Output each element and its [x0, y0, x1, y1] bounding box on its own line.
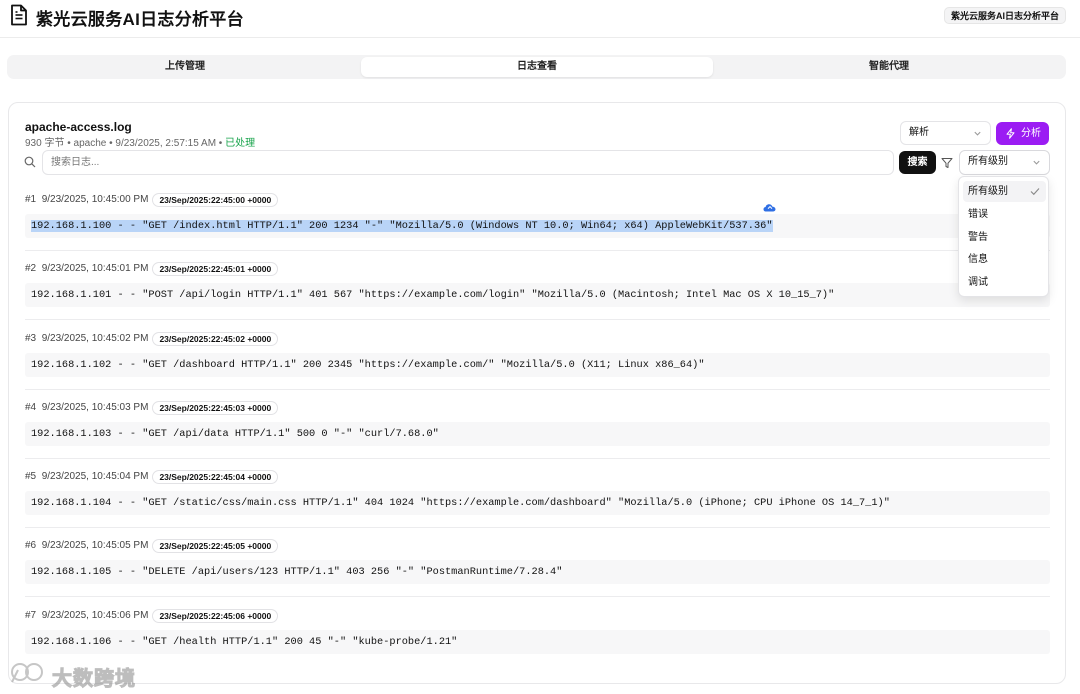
entry-header: #3 9/23/2025, 10:45:02 PM 23/Sep/2025:22:… — [25, 331, 279, 346]
divider — [25, 250, 1050, 251]
entry-line-box: 192.168.1.106 - - "GET /health HTTP/1.1"… — [25, 629, 1050, 654]
entry-time: 9/23/2025, 10:45:02 PM — [41, 332, 149, 344]
parse-select[interactable]: 解析 — [900, 121, 991, 145]
log-entry[interactable]: #7 9/23/2025, 10:45:06 PM 23/Sep/2025:22:… — [25, 604, 1050, 673]
entry-line[interactable]: 192.168.1.105 - - "DELETE /api/users/123… — [31, 566, 562, 578]
entry-time: 9/23/2025, 10:45:03 PM — [41, 401, 149, 413]
level-option-debug[interactable]: 调试 — [963, 272, 1046, 293]
entry-header: #2 9/23/2025, 10:45:01 PM 23/Sep/2025:22:… — [25, 262, 279, 277]
log-entry[interactable]: #3 9/23/2025, 10:45:02 PM 23/Sep/2025:22:… — [25, 327, 1050, 396]
search-icon — [24, 156, 36, 168]
cloud-icon[interactable] — [762, 200, 778, 216]
file-name: apache-access.log — [25, 120, 132, 134]
chevron-down-icon — [974, 131, 981, 136]
entry-index: #4 — [25, 401, 37, 413]
entry-line-box: 192.168.1.100 - - "GET /index.html HTTP/… — [25, 214, 1050, 238]
watermark: 大数跨境 — [8, 660, 148, 691]
entry-time: 9/23/2025, 10:45:01 PM — [41, 263, 149, 275]
entry-line[interactable]: 192.168.1.103 - - "GET /api/data HTTP/1.… — [31, 428, 439, 440]
entry-line-box: 192.168.1.104 - - "GET /static/css/main.… — [25, 491, 1050, 516]
level-option-label: 调试 — [968, 277, 988, 288]
entry-index: #1 — [25, 194, 37, 205]
entry-time: 9/23/2025, 10:45:00 PM — [41, 194, 149, 205]
level-select[interactable]: 所有级别 — [959, 150, 1050, 175]
timestamp-badge: 23/Sep/2025:22:45:06 +0000 — [152, 608, 279, 623]
level-option-info[interactable]: 信息 — [963, 249, 1046, 270]
log-entry-list: #1 9/23/2025, 10:45:00 PM 23/Sep/2025:22:… — [25, 188, 1050, 673]
watermark-logo-icon — [11, 663, 43, 683]
level-dropdown-menu: 所有级别 错误 警告 信息 调试 — [958, 176, 1049, 297]
log-entry[interactable]: #5 9/23/2025, 10:45:04 PM 23/Sep/2025:22:… — [25, 465, 1050, 534]
timestamp-badge: 23/Sep/2025:22:45:00 +0000 — [152, 193, 279, 207]
entry-header: #6 9/23/2025, 10:45:05 PM 23/Sep/2025:22:… — [25, 539, 279, 554]
entry-time: 9/23/2025, 10:45:06 PM — [41, 609, 149, 621]
divider — [25, 388, 1050, 390]
divider — [25, 319, 1050, 321]
search-input[interactable] — [42, 150, 894, 175]
entry-header: #4 9/23/2025, 10:45:03 PM 23/Sep/2025:22:… — [25, 400, 279, 415]
watermark-text: 大数跨境 — [52, 668, 136, 691]
log-entry[interactable]: #6 9/23/2025, 10:45:05 PM 23/Sep/2025:22:… — [25, 534, 1050, 603]
level-select-value: 所有级别 — [968, 156, 1008, 167]
app-header: 紫光云服务AI日志分析平台 紫光云服务AI日志分析平台 — [0, 0, 1080, 38]
level-option-error[interactable]: 错误 — [963, 204, 1046, 225]
entry-index: #3 — [25, 332, 37, 344]
entry-line[interactable]: 192.168.1.102 - - "GET /dashboard HTTP/1… — [31, 359, 705, 371]
file-meta: 930 字节 • apache • 9/23/2025, 2:57:15 AM … — [25, 134, 255, 149]
divider — [25, 596, 1050, 598]
file-meta-text: 930 字节 • apache • 9/23/2025, 2:57:15 AM … — [25, 138, 226, 149]
divider — [25, 527, 1050, 529]
checkmark-icon — [1030, 188, 1040, 196]
entry-index: #7 — [25, 609, 37, 621]
timestamp-badge: 23/Sep/2025:22:45:01 +0000 — [152, 262, 279, 277]
timestamp-badge: 23/Sep/2025:22:45:03 +0000 — [152, 400, 279, 415]
entry-line-box: 192.168.1.101 - - "POST /api/login HTTP/… — [25, 283, 1050, 308]
log-entry[interactable]: #2 9/23/2025, 10:45:01 PM 23/Sep/2025:22:… — [25, 257, 1050, 326]
entry-header: #1 9/23/2025, 10:45:00 PM 23/Sep/2025:22:… — [25, 193, 279, 207]
timestamp-badge: 23/Sep/2025:22:45:05 +0000 — [152, 539, 279, 554]
entry-line-box: 192.168.1.105 - - "DELETE /api/users/123… — [25, 560, 1050, 585]
entry-header: #7 9/23/2025, 10:45:06 PM 23/Sep/2025:22:… — [25, 608, 279, 623]
level-option-label: 所有级别 — [968, 186, 1008, 197]
document-icon — [11, 4, 27, 26]
entry-index: #5 — [25, 471, 37, 483]
entry-line-box: 192.168.1.102 - - "GET /dashboard HTTP/1… — [25, 352, 1050, 377]
entry-line[interactable]: 192.168.1.106 - - "GET /health HTTP/1.1"… — [31, 636, 457, 648]
parse-select-value: 解析 — [909, 127, 929, 138]
tab-smart-agent[interactable]: 智能代理 — [713, 57, 1065, 77]
log-entry[interactable]: #1 9/23/2025, 10:45:00 PM 23/Sep/2025:22:… — [25, 188, 1050, 257]
log-entry[interactable]: #4 9/23/2025, 10:45:03 PM 23/Sep/2025:22:… — [25, 396, 1050, 465]
entry-line[interactable]: 192.168.1.104 - - "GET /static/css/main.… — [31, 497, 890, 509]
level-option-warning[interactable]: 警告 — [963, 227, 1046, 248]
entry-line[interactable]: 192.168.1.101 - - "POST /api/login HTTP/… — [31, 289, 834, 301]
search-button[interactable]: 搜索 — [899, 151, 936, 174]
platform-badge: 紫光云服务AI日志分析平台 — [943, 7, 1066, 24]
analyze-button-label: 分析 — [1021, 128, 1041, 139]
entry-line[interactable]: 192.168.1.100 - - "GET /index.html HTTP/… — [31, 220, 773, 232]
main-tabs: 上传管理 日志查看 智能代理 — [7, 55, 1066, 79]
tab-upload-management[interactable]: 上传管理 — [9, 57, 361, 77]
lightning-icon — [1006, 128, 1015, 139]
chevron-down-icon — [1033, 160, 1040, 165]
divider — [25, 457, 1050, 459]
entry-index: #6 — [25, 540, 37, 552]
status-processed: 已处理 — [225, 138, 256, 149]
entry-header: #5 9/23/2025, 10:45:04 PM 23/Sep/2025:22:… — [25, 470, 279, 485]
analyze-button[interactable]: 分析 — [996, 122, 1049, 145]
app-title: 紫光云服务AI日志分析平台 — [36, 10, 244, 29]
entry-time: 9/23/2025, 10:45:05 PM — [41, 540, 149, 552]
level-option-label: 错误 — [968, 209, 988, 220]
entry-line-box: 192.168.1.103 - - "GET /api/data HTTP/1.… — [25, 421, 1050, 446]
timestamp-badge: 23/Sep/2025:22:45:04 +0000 — [152, 470, 279, 485]
level-option-label: 警告 — [968, 232, 988, 243]
entry-index: #2 — [25, 263, 37, 275]
filter-icon[interactable] — [941, 157, 953, 169]
tab-log-view[interactable]: 日志查看 — [361, 57, 713, 77]
log-view-card: apache-access.log 930 字节 • apache • 9/23… — [8, 102, 1066, 684]
timestamp-badge: 23/Sep/2025:22:45:02 +0000 — [152, 331, 279, 346]
level-option-label: 信息 — [968, 254, 988, 265]
entry-time: 9/23/2025, 10:45:04 PM — [41, 471, 149, 483]
level-option-all[interactable]: 所有级别 — [963, 181, 1046, 202]
